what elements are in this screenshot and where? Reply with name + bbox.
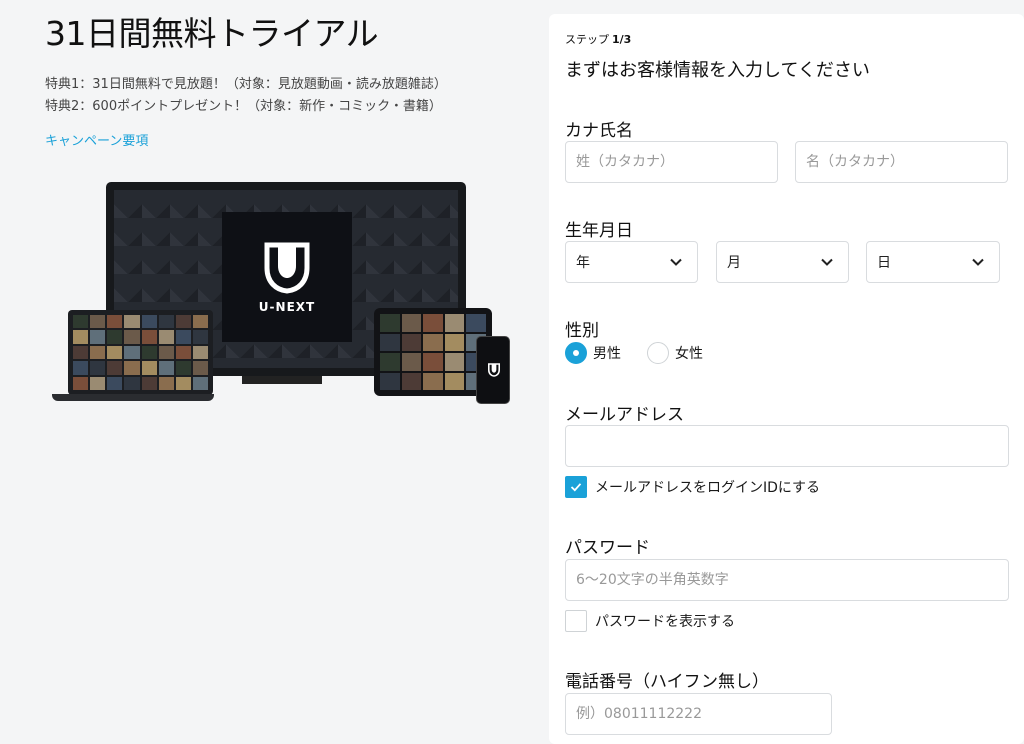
step-indicator: ステップ 1/3	[565, 33, 632, 46]
brand-logo-icon	[488, 363, 500, 377]
perk-item: 特典2：600ポイントプレゼント！（対象：新作・コミック・書籍）	[45, 99, 442, 114]
birth-month-value: 月	[727, 255, 741, 271]
password-label: パスワード	[565, 538, 650, 558]
password-input[interactable]	[565, 559, 1009, 601]
login-id-checkbox-label: メールアドレスをログインIDにする	[595, 480, 821, 496]
kana-name-label: カナ氏名	[565, 121, 633, 141]
radio-unselected-icon[interactable]	[647, 342, 669, 364]
radio-selected-icon[interactable]	[565, 342, 587, 364]
birth-year-select[interactable]: 年	[565, 241, 698, 283]
phone-label: 電話番号（ハイフン無し）	[565, 672, 769, 692]
gender-radio-female[interactable]: 女性	[647, 342, 703, 364]
show-password-label: パスワードを表示する	[595, 614, 735, 630]
birthday-label: 生年月日	[565, 221, 633, 241]
brand-panel: U-NEXT	[222, 212, 352, 342]
chevron-down-icon	[821, 258, 833, 266]
gender-radio-group: 男性 女性	[565, 342, 703, 364]
last-name-kana-input[interactable]	[565, 141, 778, 183]
login-id-checkbox-row[interactable]: メールアドレスをログインIDにする	[565, 476, 820, 498]
show-password-checkbox[interactable]	[565, 610, 587, 632]
phone-input[interactable]	[565, 693, 832, 735]
birth-month-select[interactable]: 月	[716, 241, 849, 283]
birth-day-value: 日	[877, 255, 891, 271]
phone-image	[476, 336, 510, 404]
email-label: メールアドレス	[565, 405, 684, 425]
campaign-terms-link[interactable]: キャンペーン要項	[45, 130, 148, 149]
form-title: まずはお客様情報を入力してください	[565, 60, 870, 81]
gender-radio-male[interactable]: 男性	[565, 342, 621, 364]
chevron-down-icon	[670, 258, 682, 266]
gender-option-label: 男性	[593, 346, 621, 362]
perk-item: 特典1：31日間無料で見放題！（対象：見放題動画・読み放題雑誌）	[45, 77, 447, 92]
first-name-kana-input[interactable]	[795, 141, 1008, 183]
chevron-down-icon	[972, 258, 984, 266]
gender-label: 性別	[565, 321, 599, 341]
checkmark-icon	[570, 483, 582, 492]
laptop-image	[68, 310, 213, 395]
perk-list: 特典1：31日間無料で見放題！（対象：見放題動画・読み放題雑誌） 特典2：600…	[45, 74, 525, 118]
brand-name: U-NEXT	[258, 300, 316, 314]
devices-illustration: U-NEXT	[52, 182, 512, 407]
tablet-image	[374, 308, 492, 396]
birth-year-value: 年	[576, 255, 590, 271]
birth-day-select[interactable]: 日	[866, 241, 1000, 283]
login-id-checkbox[interactable]	[565, 476, 587, 498]
email-input[interactable]	[565, 425, 1009, 467]
brand-logo-icon	[264, 242, 310, 294]
promo-title: 31日間無料トライアル	[45, 14, 379, 53]
show-password-checkbox-row[interactable]: パスワードを表示する	[565, 610, 735, 632]
signup-form: ステップ1/3 まずはお客様情報を入力してください カナ氏名 生年月日 年 月 …	[549, 14, 1024, 744]
promo-section: 31日間無料トライアル 特典1：31日間無料で見放題！（対象：見放題動画・読み放…	[45, 14, 525, 149]
gender-option-label: 女性	[675, 346, 703, 362]
